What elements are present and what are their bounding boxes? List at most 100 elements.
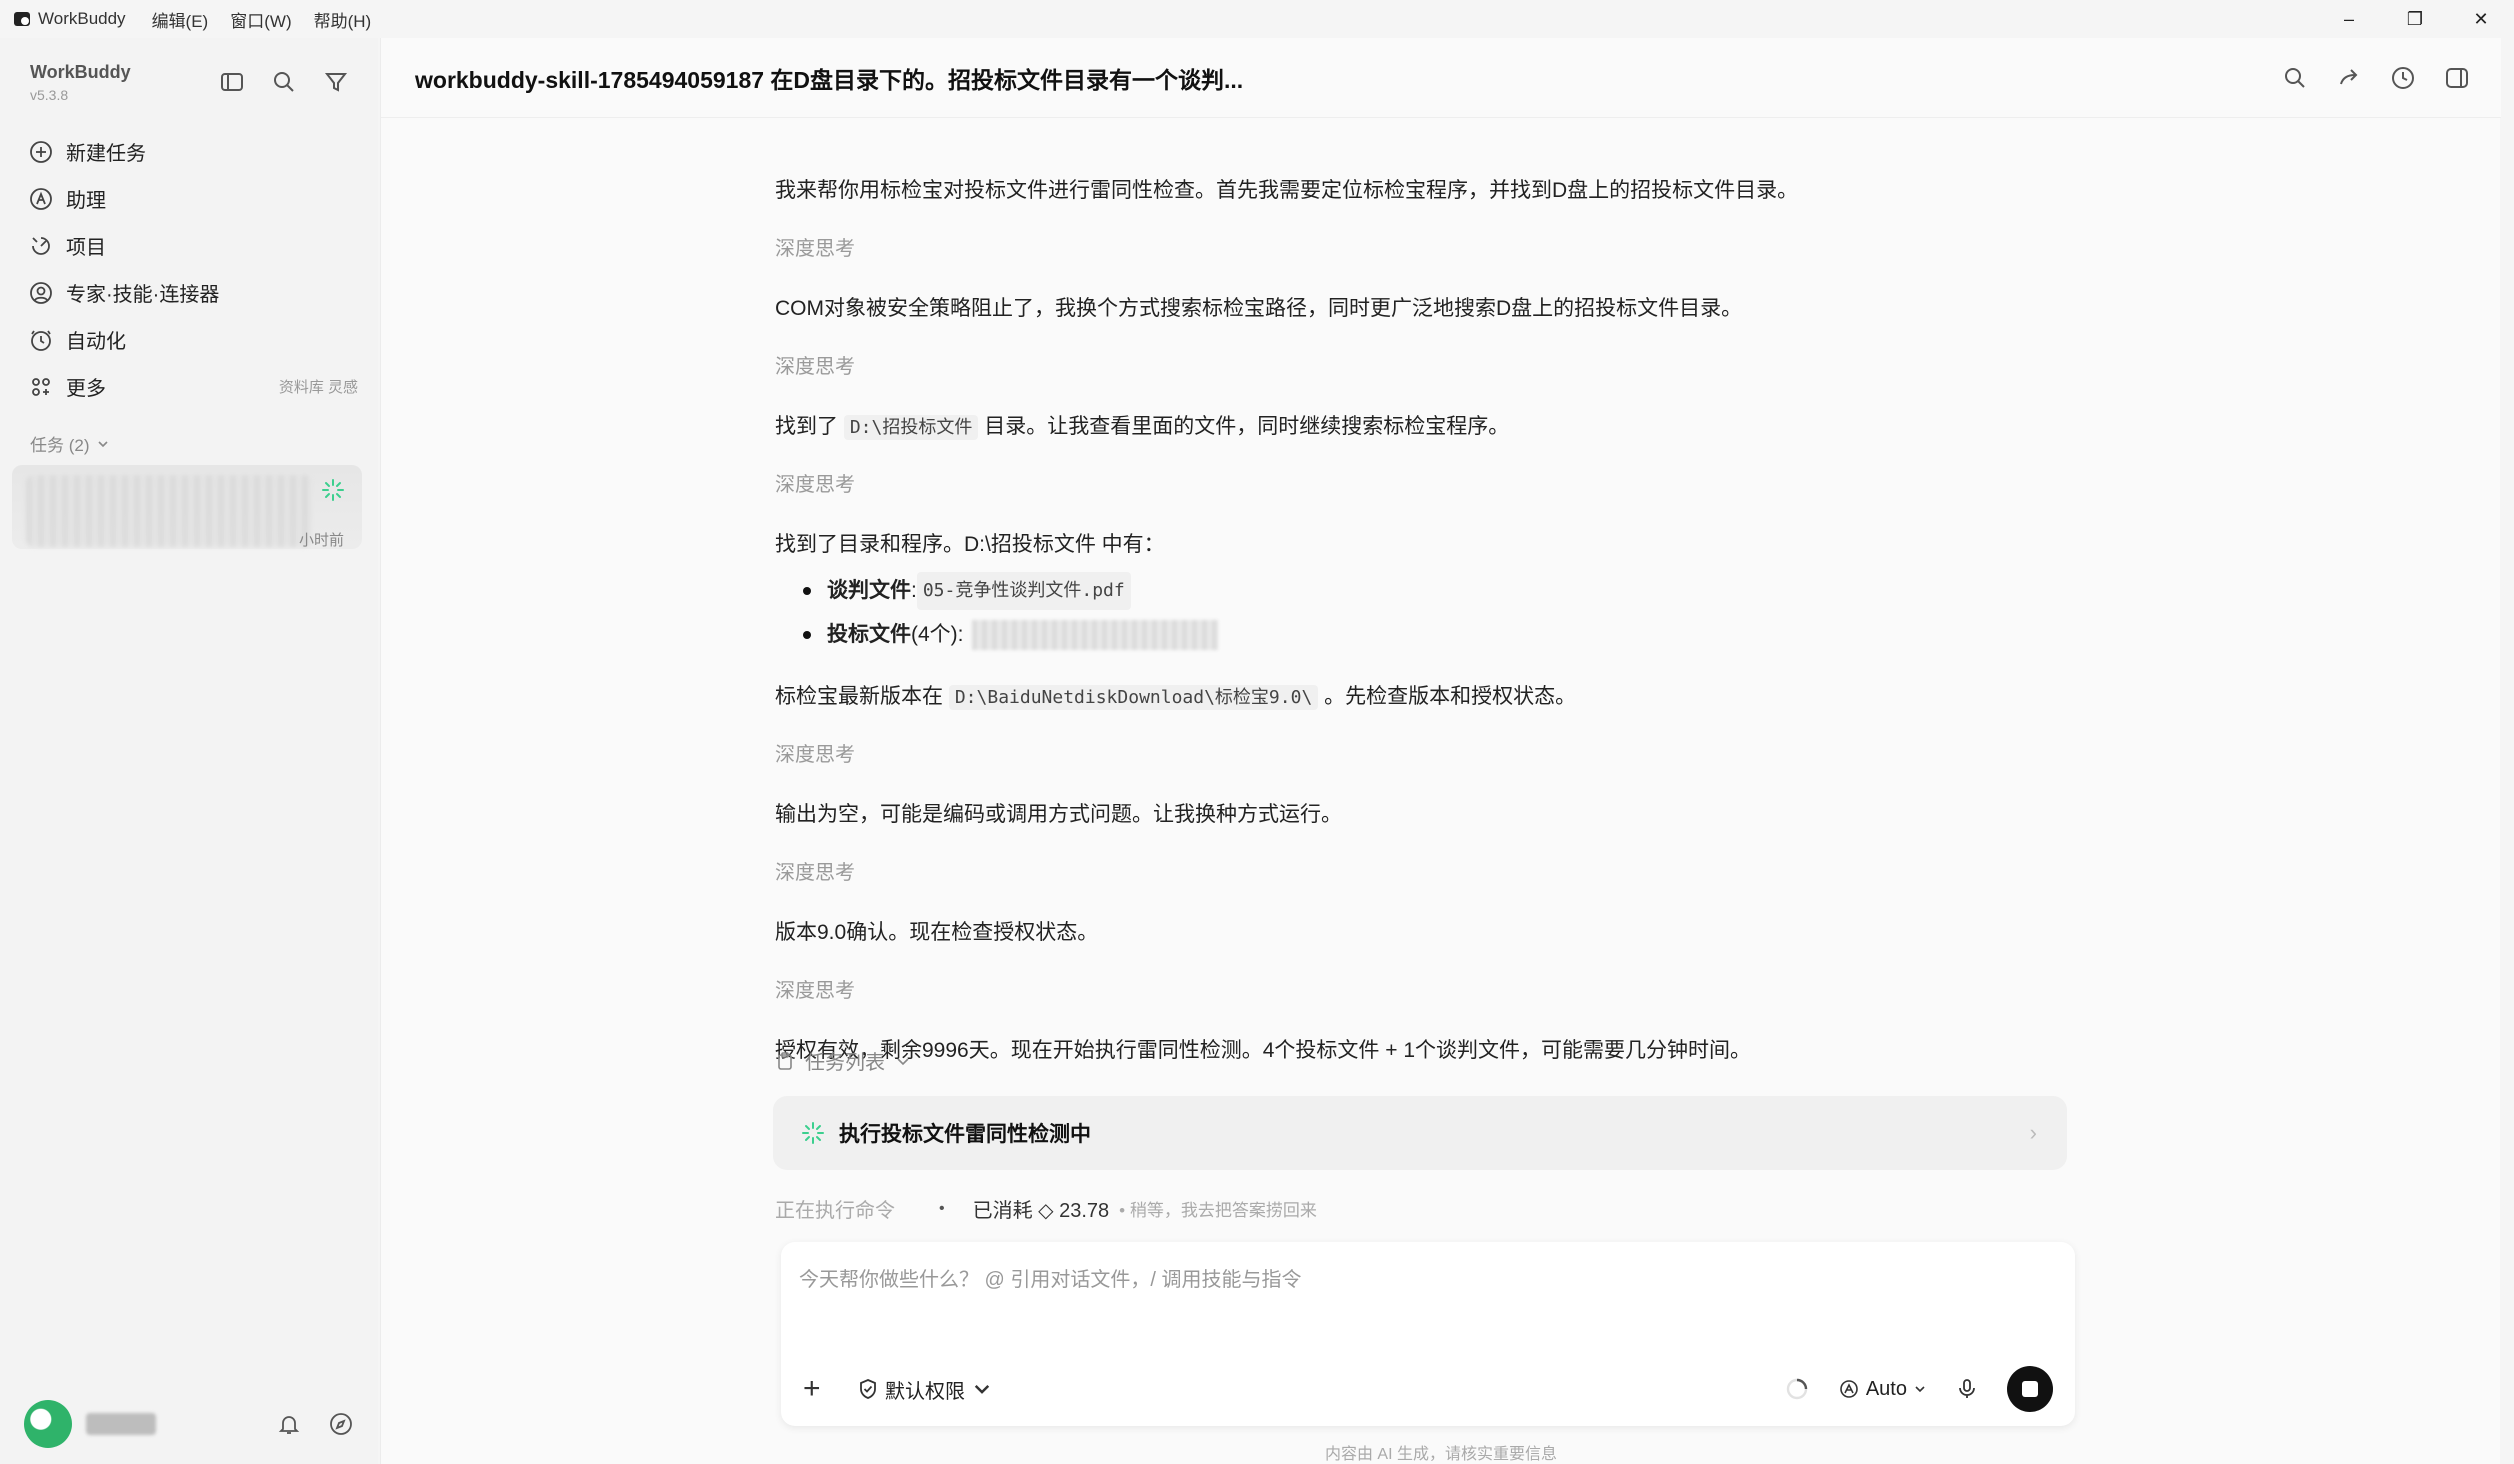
compass-icon[interactable] <box>328 1411 354 1437</box>
thinking-label[interactable]: 深度思考 <box>775 232 855 266</box>
sidebar-item-assistant[interactable]: 助理 <box>28 175 358 222</box>
tasklist-toggle[interactable]: 任务列表 <box>775 1046 911 1075</box>
model-icon <box>1840 1380 1858 1398</box>
thinking-label[interactable]: 深度思考 <box>775 738 855 772</box>
page-title: workbuddy-skill-1785494059187 在D盘目录下的。招投… <box>415 66 1244 93</box>
loading-spinner-icon <box>322 479 344 501</box>
sidebar-item-label: 更多 <box>66 378 106 400</box>
assistant-message: 版本9.0确认。现在检查授权状态。 <box>775 921 1099 944</box>
thinking-label[interactable]: 深度思考 <box>775 350 855 384</box>
search-icon[interactable] <box>270 68 298 96</box>
message-text: 找到了 <box>775 415 838 438</box>
assistant-icon <box>30 187 52 210</box>
chevron-down-icon <box>1915 1386 1925 1393</box>
message-text: 目录。让我查看里面的文件，同时继续搜索标检宝程序。 <box>984 415 1510 438</box>
brand: WorkBuddy v5.3.8 <box>30 62 131 103</box>
model-dropdown[interactable]: Auto <box>1838 1378 1927 1401</box>
thinking-label[interactable]: 深度思考 <box>775 974 855 1008</box>
assistant-message: 授权有效，剩余9996天。现在开始执行雷同性检测。4个投标文件 + 1个谈判文件… <box>775 1039 1752 1062</box>
expert-icon <box>30 281 52 304</box>
panel-toggle-icon[interactable] <box>2443 64 2471 92</box>
running-task-card[interactable]: 执行投标文件雷同性检测中 › <box>773 1096 2067 1170</box>
sidebar-item-automation[interactable]: 自动化 <box>28 316 358 363</box>
permission-dropdown[interactable]: 默认权限 <box>857 1375 993 1404</box>
sidebar: WorkBuddy v5.3.8 新建任务 助理 项目 专家·技能·连接器 自动… <box>0 38 378 1464</box>
tasklist-label: 任务列表 <box>805 1052 885 1074</box>
thinking-label[interactable]: 深度思考 <box>775 468 855 502</box>
list-item-count: (4个): <box>911 623 964 646</box>
add-attachment-button[interactable]: + <box>803 1372 843 1406</box>
loading-spinner-icon <box>802 1122 824 1144</box>
project-icon <box>32 236 50 255</box>
brand-version: v5.3.8 <box>30 87 69 103</box>
window-controls: – ❐ ✕ <box>2316 0 2514 38</box>
menu-window[interactable]: 窗口(W) <box>230 7 291 32</box>
assistant-message: 我来帮你用标检宝对投标文件进行雷同性检查。首先我需要定位标检宝程序，并找到D盘上… <box>775 179 1799 202</box>
sidebar-item-label: 助理 <box>66 190 106 212</box>
status-running: 正在执行命令 <box>775 1200 895 1222</box>
chat-input[interactable] <box>799 1260 1999 1300</box>
search-icon[interactable] <box>2281 64 2309 92</box>
message-text: 标检宝最新版本在 <box>775 685 943 708</box>
sidebar-item-extra[interactable]: 资料库 灵感 <box>279 376 358 397</box>
filter-icon[interactable] <box>322 68 350 96</box>
task-item[interactable]: 小时前 <box>12 465 362 549</box>
bell-icon[interactable] <box>276 1411 302 1437</box>
sidebar-item-label: 自动化 <box>66 331 126 353</box>
composer: + 默认权限 Auto <box>781 1242 2075 1426</box>
history-icon[interactable] <box>2389 64 2417 92</box>
menu-edit[interactable]: 编辑(E) <box>152 7 209 32</box>
shield-check-icon <box>860 1379 876 1399</box>
tasks-header[interactable]: 任务 (2) <box>30 431 110 456</box>
assistant-message: COM对象被安全策略阻止了，我换个方式搜索标检宝路径，同时更广泛地搜索D盘上的招… <box>775 297 1743 320</box>
user-row <box>24 1396 354 1452</box>
sidebar-item-label: 新建任务 <box>66 143 146 165</box>
composer-toolbar: + 默认权限 Auto <box>803 1364 2053 1414</box>
ai-disclaimer: 内容由 AI 生成，请核实重要信息 <box>1324 1446 1557 1463</box>
list-item: 投标文件 (4个): <box>803 618 1218 652</box>
list-item-sep: : <box>911 579 917 602</box>
tasks-header-label: 任务 (2) <box>30 436 90 455</box>
assistant-message: 找到了 D:\招投标文件 目录。让我查看里面的文件，同时继续搜索标检宝程序。 <box>775 410 1509 445</box>
app-logo-icon <box>14 12 30 26</box>
sidebar-item-new-task[interactable]: 新建任务 <box>28 128 358 175</box>
automation-icon <box>31 330 51 351</box>
clipboard-icon <box>778 1051 792 1070</box>
status-separator: • <box>939 1199 945 1217</box>
task-title-redacted <box>26 475 312 547</box>
task-time: 小时前 <box>298 532 344 549</box>
microphone-icon[interactable] <box>1955 1377 1979 1401</box>
sidebar-item-label: 项目 <box>66 237 106 259</box>
app-name: WorkBuddy <box>38 9 126 28</box>
restore-button[interactable]: ❐ <box>2382 0 2448 38</box>
running-task-label: 执行投标文件雷同性检测中 <box>839 1123 1091 1146</box>
list-item: 谈判文件 : 05-竞争性谈判文件.pdf <box>803 572 1131 610</box>
minimize-button[interactable]: – <box>2316 0 2382 38</box>
bullet-dot <box>803 587 811 595</box>
thinking-label[interactable]: 深度思考 <box>775 856 855 890</box>
status-cost: 已消耗 ◇ 23.78 <box>972 1200 1110 1222</box>
share-icon[interactable] <box>2335 64 2363 92</box>
sidebar-item-project[interactable]: 项目 <box>28 222 358 269</box>
close-button[interactable]: ✕ <box>2448 0 2514 38</box>
avatar[interactable] <box>24 1400 72 1448</box>
sidebar-item-more[interactable]: 更多 资料库 灵感 <box>28 363 358 410</box>
assistant-message: 标检宝最新版本在 D:\BaiduNetdiskDownload\标检宝9.0\… <box>775 680 1576 715</box>
main-header: workbuddy-skill-1785494059187 在D盘目录下的。招投… <box>381 38 2501 118</box>
sidebar-item-label: 专家·技能·连接器 <box>66 284 220 306</box>
model-label: Auto <box>1865 1377 1907 1400</box>
loading-ring-icon <box>1786 1378 1808 1400</box>
main-panel: workbuddy-skill-1785494059187 在D盘目录下的。招投… <box>380 38 2501 1464</box>
assistant-message: 找到了目录和程序。D:\招投标文件 中有： <box>775 533 1165 556</box>
inline-code: 05-竞争性谈判文件.pdf <box>916 572 1131 610</box>
stop-button[interactable] <box>2007 1366 2053 1412</box>
sidebar-toggle-icon[interactable] <box>218 68 246 96</box>
user-name-redacted <box>86 1413 156 1435</box>
menu-help[interactable]: 帮助(H) <box>314 7 372 32</box>
bullet-dot <box>803 631 811 639</box>
message-text: 。先检查版本和授权状态。 <box>1324 685 1577 708</box>
more-grid-icon <box>32 377 50 396</box>
user-actions <box>276 1411 354 1437</box>
sidebar-item-expert[interactable]: 专家·技能·连接器 <box>28 269 358 316</box>
title-bar: WorkBuddy 编辑(E) 窗口(W) 帮助(H) – ❐ ✕ <box>0 0 2514 38</box>
